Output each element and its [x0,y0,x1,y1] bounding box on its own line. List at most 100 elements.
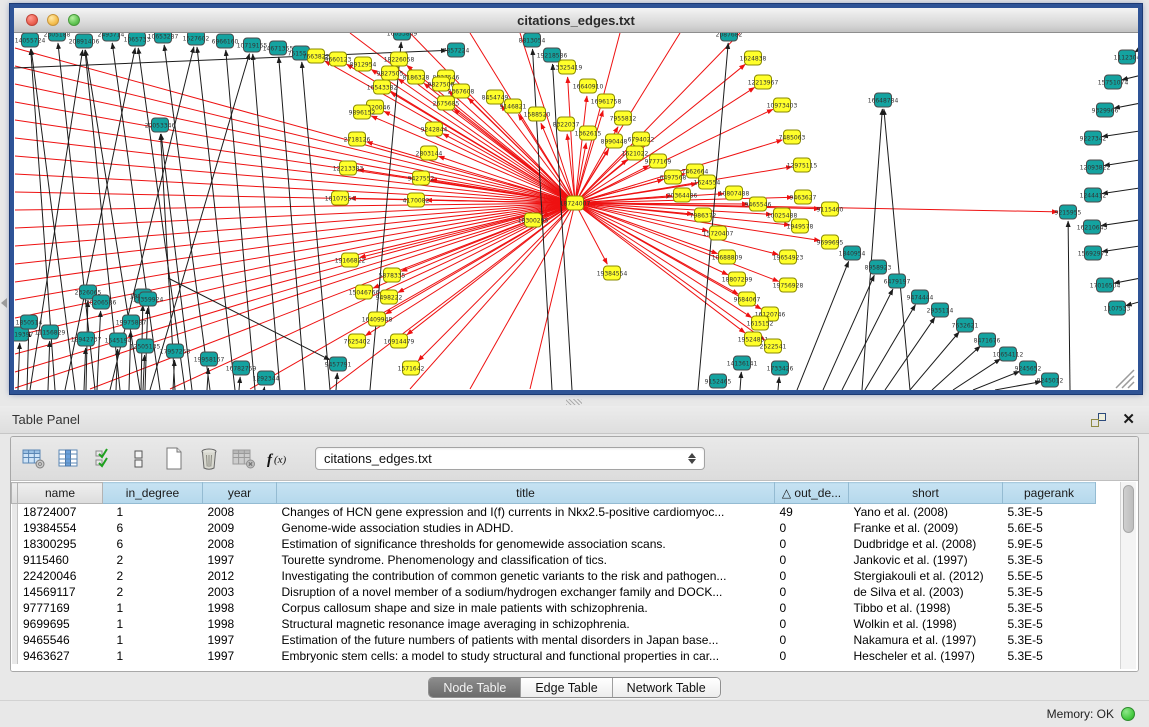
table-cell[interactable]: Genome-wide association studies in ADHD. [277,520,775,536]
table-cell[interactable]: Nakamura et al. (1997) [849,632,1003,648]
column-header-in_degree[interactable]: in_degree [103,483,203,504]
table-row[interactable]: 1938455462009Genome-wide association stu… [12,520,1096,536]
table-cell[interactable]: 9463627 [18,648,103,664]
citation-network-graph[interactable]: 1872400714055724230518820891406249371410… [14,33,1138,390]
table-cell[interactable]: 1998 [203,616,277,632]
table-cell[interactable]: 0 [775,648,849,664]
table-cell[interactable]: Yano et al. (2008) [849,504,1003,520]
table-cell[interactable]: 14569117 [18,584,103,600]
table-row[interactable]: 911546021997Tourette syndrome. Phenomeno… [12,552,1096,568]
table-cell[interactable]: 5.3E-5 [1003,632,1096,648]
table-cell[interactable]: Estimation of the future numbers of pati… [277,632,775,648]
splitter-handle[interactable] [566,399,582,405]
table-cell[interactable]: 9465546 [18,632,103,648]
table-cell[interactable]: 6 [103,520,203,536]
table-cell[interactable]: 5.6E-5 [1003,520,1096,536]
table-cell[interactable]: 2 [103,552,203,568]
table-cell[interactable]: Wolkin et al. (1998) [849,616,1003,632]
table-row[interactable]: 946554611997Estimation of the future num… [12,632,1096,648]
table-cell[interactable]: Stergiakouli et al. (2012) [849,568,1003,584]
close-window-icon[interactable] [26,14,38,26]
table-row[interactable]: 946362711997Embryonic stem cells: a mode… [12,648,1096,664]
delete-column-icon[interactable] [196,447,222,471]
table-cell[interactable]: 9777169 [18,600,103,616]
table-cell[interactable]: 5.3E-5 [1003,504,1096,520]
table-cell[interactable]: 22420046 [18,568,103,584]
float-window-icon[interactable] [1091,413,1106,427]
column-header-short[interactable]: short [849,483,1003,504]
table-row[interactable]: 1830029562008Estimation of significance … [12,536,1096,552]
table-cell[interactable]: Jankovic et al. (1997) [849,552,1003,568]
table-cell[interactable]: 5.9E-5 [1003,536,1096,552]
table-cell[interactable]: 19384554 [18,520,103,536]
table-cell[interactable]: Changes of HCN gene expression and I(f) … [277,504,775,520]
table-cell[interactable]: 1997 [203,632,277,648]
table-cell[interactable]: Investigating the contribution of common… [277,568,775,584]
table-cell[interactable]: Embryonic stem cells: a model to study s… [277,648,775,664]
table-cell[interactable]: 5.3E-5 [1003,616,1096,632]
table-cell[interactable]: 2 [103,584,203,600]
table-cell[interactable]: Franke et al. (2009) [849,520,1003,536]
table-cell[interactable]: 0 [775,536,849,552]
table-cell[interactable]: 2008 [203,536,277,552]
table-row[interactable]: 1872400712008Changes of HCN gene express… [12,504,1096,520]
table-settings-icon[interactable] [21,447,47,471]
network-window-titlebar[interactable]: citations_edges.txt [14,8,1138,33]
table-cell[interactable]: 2008 [203,504,277,520]
table-cell[interactable]: Corpus callosum shape and size in male p… [277,600,775,616]
table-cell[interactable]: 6 [103,536,203,552]
table-vertical-scrollbar[interactable] [1120,482,1136,669]
table-cell[interactable]: 0 [775,632,849,648]
table-cell[interactable]: 9699695 [18,616,103,632]
table-cell[interactable]: Hescheler et al. (1997) [849,648,1003,664]
table-cell[interactable]: 9115460 [18,552,103,568]
table-cell[interactable]: Tibbo et al. (1998) [849,600,1003,616]
select-columns-icon[interactable] [56,447,82,471]
toggle-rows-icon[interactable] [126,447,152,471]
minimize-window-icon[interactable] [47,14,59,26]
scrollbar-thumb[interactable] [1123,485,1134,533]
memory-status-indicator[interactable] [1121,707,1135,721]
table-cell[interactable]: 1997 [203,648,277,664]
column-header-title[interactable]: title [277,483,775,504]
table-cell[interactable]: 1 [103,600,203,616]
table-cell[interactable]: 5.3E-5 [1003,600,1096,616]
tab-node-table[interactable]: Node Table [429,678,521,697]
selection-mode-icon[interactable] [91,447,117,471]
table-cell[interactable]: 5.3E-5 [1003,648,1096,664]
table-selector-dropdown[interactable]: citations_edges.txt [315,447,705,470]
table-cell[interactable]: 0 [775,520,849,536]
table-cell[interactable]: 1997 [203,552,277,568]
table-cell[interactable]: 1 [103,616,203,632]
function-builder-icon[interactable]: f(x) [266,447,292,471]
table-cell[interactable]: Disruption of a novel member of a sodium… [277,584,775,600]
zoom-window-icon[interactable] [68,14,80,26]
table-cell[interactable]: 0 [775,584,849,600]
column-header-out_de[interactable]: △ out_de... [775,483,849,504]
table-cell[interactable]: 18724007 [18,504,103,520]
table-cell[interactable]: 5.3E-5 [1003,584,1096,600]
table-row[interactable]: 969969511998Structural magnetic resonanc… [12,616,1096,632]
table-cell[interactable]: Estimation of significance thresholds fo… [277,536,775,552]
table-cell[interactable]: 2012 [203,568,277,584]
table-cell[interactable]: 1998 [203,600,277,616]
table-cell[interactable]: 5.3E-5 [1003,552,1096,568]
table-cell[interactable]: Tourette syndrome. Phenomenology and cla… [277,552,775,568]
table-cell[interactable]: 1 [103,632,203,648]
table-cell[interactable]: 2 [103,568,203,584]
table-row[interactable]: 2242004622012Investigating the contribut… [12,568,1096,584]
close-panel-icon[interactable]: ✕ [1122,413,1135,427]
table-cell[interactable]: 49 [775,504,849,520]
table-row[interactable]: 977716911998Corpus callosum shape and si… [12,600,1096,616]
column-header-pagerank[interactable]: pagerank [1003,483,1096,504]
network-graph-canvas[interactable]: 1872400714055724230518820891406249371410… [14,33,1138,390]
table-cell[interactable]: 0 [775,552,849,568]
table-row[interactable]: 1456911722003Disruption of a novel membe… [12,584,1096,600]
column-header-year[interactable]: year [203,483,277,504]
table-cell[interactable]: 0 [775,568,849,584]
table-cell[interactable]: 0 [775,600,849,616]
column-header-name[interactable]: name [18,483,103,504]
table-cell[interactable]: 0 [775,616,849,632]
side-panel-collapse-handle[interactable] [1,298,7,308]
table-cell[interactable]: Dudbridge et al. (2008) [849,536,1003,552]
